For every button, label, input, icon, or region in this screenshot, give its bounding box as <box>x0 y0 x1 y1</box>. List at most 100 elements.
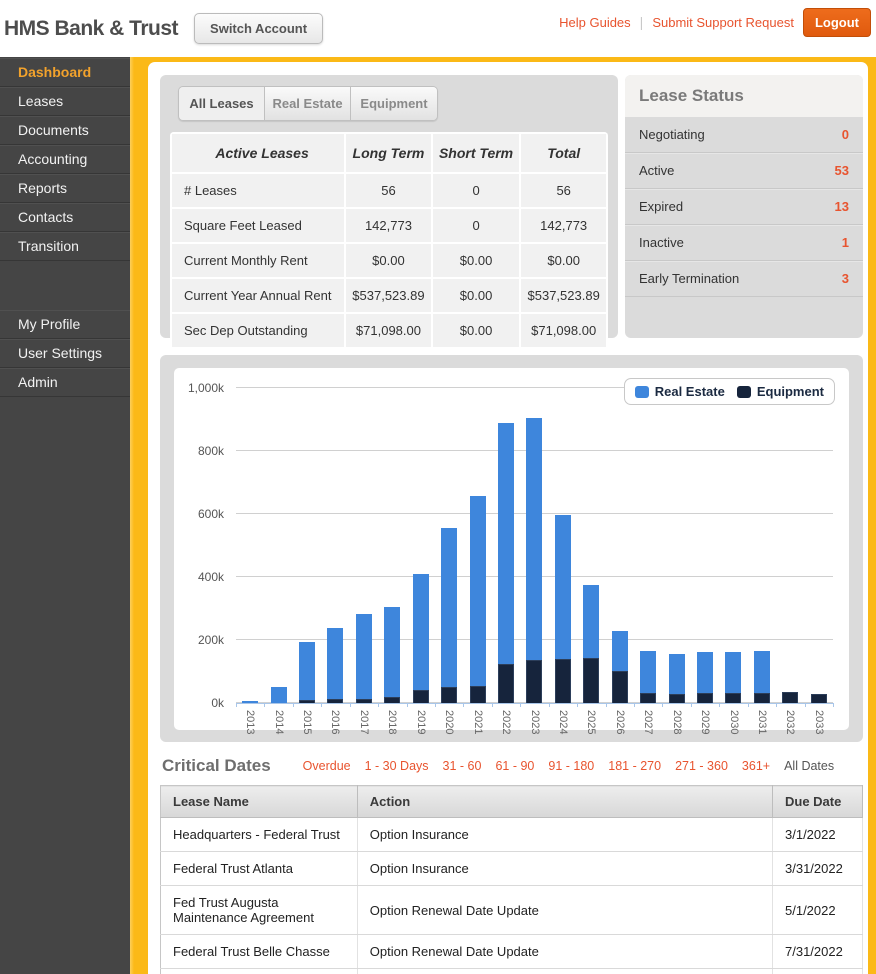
filter-271-360[interactable]: 271 - 360 <box>675 759 728 773</box>
status-row-inactive[interactable]: Inactive1 <box>625 225 863 261</box>
critical-header-cell[interactable]: Lease Name <box>161 786 358 818</box>
filter-overdue[interactable]: Overdue <box>303 759 351 773</box>
bar-segment-equipment <box>498 664 514 703</box>
lease-type-tabs: All LeasesReal EstateEquipment <box>178 86 438 121</box>
status-row-early-termination[interactable]: Early Termination3 <box>625 261 863 297</box>
critical-dates-cell: Option Insurance <box>357 852 772 886</box>
filter-1-30-days[interactable]: 1 - 30 Days <box>365 759 429 773</box>
chart-bar-slot <box>293 388 321 703</box>
critical-header-cell[interactable]: Due Date <box>773 786 863 818</box>
chart-bar-slot <box>350 388 378 703</box>
bar-2024[interactable] <box>555 515 571 703</box>
bar-2014[interactable] <box>271 687 287 703</box>
bar-segment-equipment <box>470 686 486 703</box>
critical-dates-row[interactable]: Federal Trust Belle ChasseOption Renewal… <box>161 935 863 969</box>
bar-2015[interactable] <box>299 642 315 703</box>
critical-header-cell[interactable]: Action <box>357 786 772 818</box>
bar-2022[interactable] <box>498 423 514 703</box>
bar-2031[interactable] <box>754 651 770 703</box>
filter-31-60[interactable]: 31 - 60 <box>443 759 482 773</box>
chart-x-tick-label: 2013 <box>244 710 256 734</box>
stats-row: Current Year Annual Rent$537,523.89$0.00… <box>171 278 607 313</box>
bar-2019[interactable] <box>413 574 429 703</box>
top-bar-right: Help Guides | Submit Support Request Log… <box>559 0 871 44</box>
chart-x-tick-label: 2016 <box>329 710 341 734</box>
submit-support-request-link[interactable]: Submit Support Request <box>652 15 794 30</box>
bar-2018[interactable] <box>384 607 400 703</box>
status-count: 53 <box>835 163 849 178</box>
chart-x-tick-label: 2021 <box>472 710 484 734</box>
chart-bar-slot <box>776 388 804 703</box>
sidebar-item-contacts[interactable]: Contacts <box>0 203 130 232</box>
chart-bar-slot <box>492 388 520 703</box>
bar-2032[interactable] <box>782 692 798 703</box>
critical-dates-row[interactable]: Federal Trust AtlantaOption Insurance3/3… <box>161 852 863 886</box>
bar-2016[interactable] <box>327 628 343 703</box>
critical-dates-cell: 3/31/2022 <box>773 852 863 886</box>
filter-361-[interactable]: 361+ <box>742 759 770 773</box>
filter-61-90[interactable]: 61 - 90 <box>495 759 534 773</box>
critical-dates-row[interactable]: Fed Trust Augusta Maintenance AgreementO… <box>161 886 863 935</box>
sidebar-item-documents[interactable]: Documents <box>0 116 130 145</box>
tab-real-estate[interactable]: Real Estate <box>265 87 351 120</box>
logout-button[interactable]: Logout <box>803 8 871 37</box>
bar-2030[interactable] <box>725 652 741 703</box>
bar-2033[interactable] <box>811 694 827 703</box>
chart-bar-slot <box>605 388 633 703</box>
bar-segment-equipment <box>441 687 457 703</box>
bar-2017[interactable] <box>356 614 372 703</box>
chart-x-axis-line <box>236 703 833 704</box>
bar-2026[interactable] <box>612 631 628 703</box>
filter-181-270[interactable]: 181 - 270 <box>608 759 661 773</box>
status-row-negotiating[interactable]: Negotiating0 <box>625 117 863 153</box>
critical-dates-row[interactable]: Headquarters - Federal TrustOption Insur… <box>161 818 863 852</box>
bar-2025[interactable] <box>583 585 599 703</box>
sidebar-item-user-settings[interactable]: User Settings <box>0 339 130 368</box>
stats-cell: $71,098.00 <box>345 313 432 348</box>
switch-account-button[interactable]: Switch Account <box>194 13 323 44</box>
sidebar-item-transition[interactable]: Transition <box>0 232 130 261</box>
tab-equipment[interactable]: Equipment <box>351 87 437 120</box>
status-row-expired[interactable]: Expired13 <box>625 189 863 225</box>
chart-x-tick-label: 2018 <box>386 710 398 734</box>
critical-dates-cell: 7/31/2022 <box>773 969 863 974</box>
bar-2021[interactable] <box>470 496 486 703</box>
sidebar-item-leases[interactable]: Leases <box>0 87 130 116</box>
bar-2029[interactable] <box>697 652 713 703</box>
sidebar-item-admin[interactable]: Admin <box>0 368 130 397</box>
chart-bar-slot <box>520 388 548 703</box>
critical-dates-cell: Option Renewal Date Update <box>357 886 772 935</box>
chart-x-tick <box>833 703 834 707</box>
chart-bar-slot <box>264 388 292 703</box>
status-count: 13 <box>835 199 849 214</box>
critical-dates-row[interactable]: Fed Trust Groton Phone SystemOption Rent… <box>161 969 863 974</box>
stats-cell: 56 <box>520 173 607 208</box>
sidebar-item-my-profile[interactable]: My Profile <box>0 310 130 339</box>
status-label: Early Termination <box>639 271 739 286</box>
chart-bar-slot <box>634 388 662 703</box>
stats-cell: 0 <box>432 173 521 208</box>
status-label: Negotiating <box>639 127 705 142</box>
brand-logo: HMS Bank & Trust <box>4 17 178 41</box>
chart-x-tick-label: 2031 <box>756 710 768 734</box>
legend-item-equipment[interactable]: Equipment <box>737 384 824 399</box>
filter-91-180[interactable]: 91 - 180 <box>548 759 594 773</box>
chart-y-tick-label: 400k <box>174 570 224 584</box>
bar-2023[interactable] <box>526 418 542 703</box>
bar-2027[interactable] <box>640 651 656 703</box>
legend-item-real-estate[interactable]: Real Estate <box>635 384 725 399</box>
tab-all-leases[interactable]: All Leases <box>179 87 265 120</box>
bar-2028[interactable] <box>669 654 685 703</box>
bar-segment-real-estate <box>555 515 571 659</box>
sidebar-item-dashboard[interactable]: Dashboard <box>0 58 130 87</box>
chart-bar-slot <box>691 388 719 703</box>
rent-chart: 0k200k400k600k800k1,000k 201320142015201… <box>174 368 849 730</box>
help-guides-link[interactable]: Help Guides <box>559 15 631 30</box>
sidebar-item-accounting[interactable]: Accounting <box>0 145 130 174</box>
sidebar-item-reports[interactable]: Reports <box>0 174 130 203</box>
critical-dates-cell: 3/1/2022 <box>773 818 863 852</box>
stats-cell: 0 <box>432 208 521 243</box>
bar-segment-equipment <box>526 660 542 703</box>
status-row-active[interactable]: Active53 <box>625 153 863 189</box>
bar-2020[interactable] <box>441 528 457 703</box>
